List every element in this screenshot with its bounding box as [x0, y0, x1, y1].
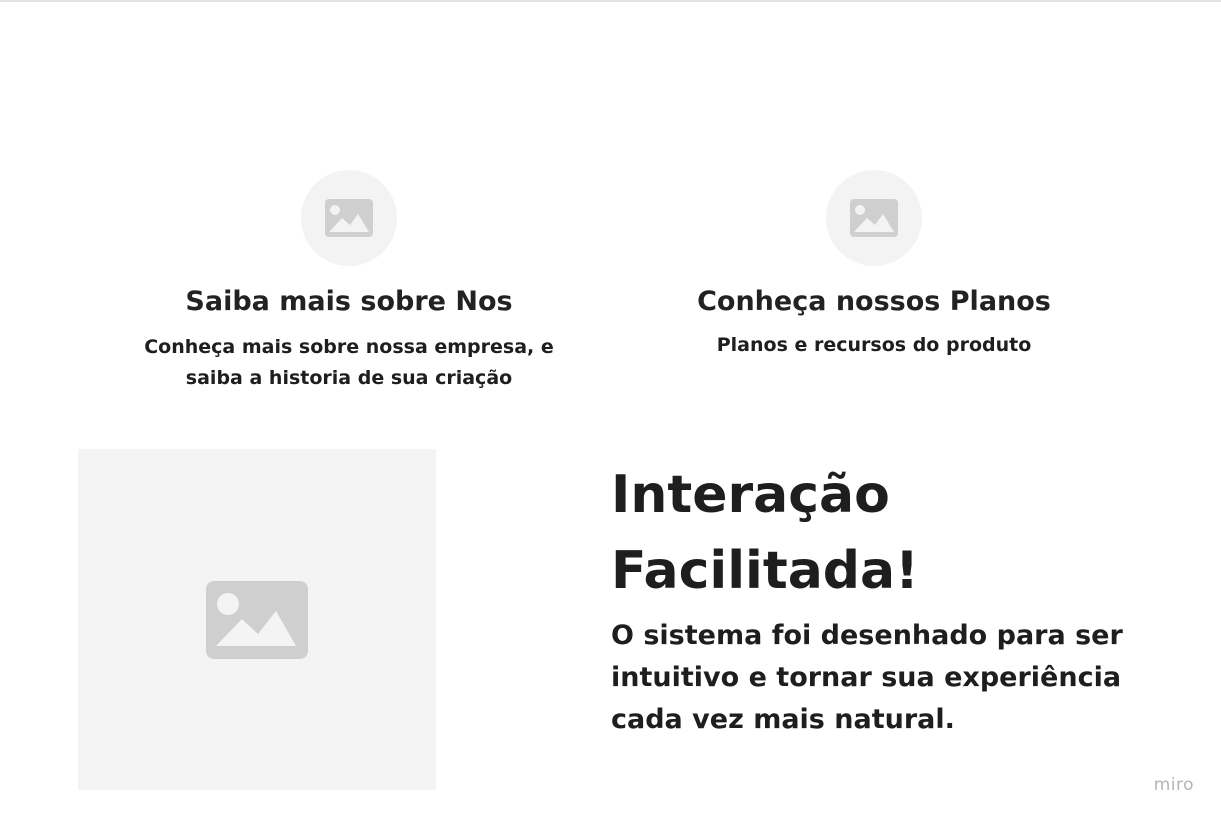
- hero-title: Interação Facilitada!: [611, 457, 1131, 609]
- wireframe-page: Saiba mais sobre Nos Conheça mais sobre …: [0, 0, 1221, 818]
- hero-description: O sistema foi desenhado para ser intuiti…: [611, 620, 1123, 735]
- hero-title-line-2: Facilitada!: [611, 541, 919, 601]
- feature-about[interactable]: Saiba mais sobre Nos Conheça mais sobre …: [129, 170, 569, 394]
- feature-title: Saiba mais sobre Nos: [185, 286, 513, 317]
- feature-description: Conheça mais sobre nossa empresa, e saib…: [144, 336, 554, 389]
- miro-watermark: miro: [1153, 775, 1194, 795]
- feature-description: Planos e recursos do produto: [716, 334, 1032, 356]
- feature-plans[interactable]: Conheça nossos Planos Planos e recursos …: [654, 170, 1094, 361]
- hero-image-placeholder: [78, 449, 436, 790]
- hero-title-line-1: Interação: [611, 465, 890, 525]
- image-placeholder-icon: [301, 170, 397, 266]
- image-placeholder-icon: [826, 170, 922, 266]
- image-placeholder-icon: [206, 580, 308, 659]
- feature-title: Conheça nossos Planos: [697, 286, 1051, 317]
